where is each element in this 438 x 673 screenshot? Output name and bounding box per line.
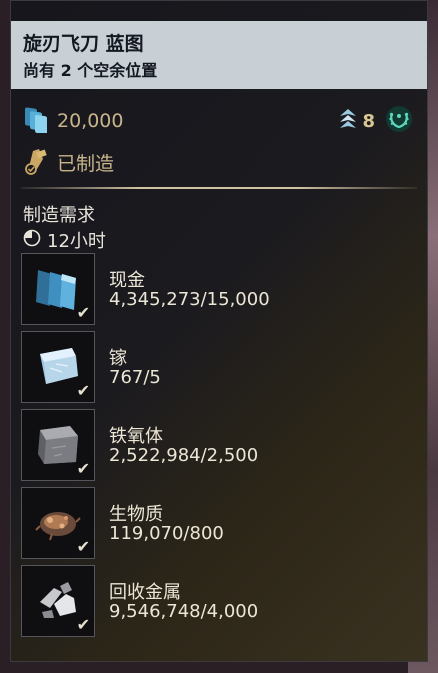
resource-amount: 2,522,984/2,500 [109, 445, 259, 466]
check-icon: ✔ [76, 459, 90, 478]
resource-amount: 9,546,748/4,000 [109, 601, 259, 622]
resource-slot-ferrite[interactable]: ✔ [21, 409, 95, 481]
resource-slot-salvage[interactable]: ✔ [21, 565, 95, 637]
resource-amount: 767/5 [109, 367, 161, 388]
crafted-status-text: 已制造 [57, 152, 115, 175]
free-slots-text: 尚有 2 个空余位置 [23, 61, 158, 80]
build-time-value: 12小时 [47, 231, 106, 252]
tooltip-header: 旋刃飞刀 蓝图 尚有 2 个空余位置 [11, 21, 427, 89]
resource-slot-gallium[interactable]: ✔ [21, 331, 95, 403]
clock-icon [23, 229, 41, 251]
resource-amount: 4,345,273/15,000 [109, 289, 270, 310]
check-icon: ✔ [76, 537, 90, 556]
section-divider [21, 187, 417, 189]
crafted-status: 已制造 [23, 145, 114, 179]
build-time: 12小时 [23, 227, 106, 253]
blueprint-title: 旋刃飞刀 蓝图 [23, 33, 144, 55]
laurel-icon [385, 105, 413, 137]
credits-cost: 20,000 [23, 105, 123, 137]
check-icon: ✔ [76, 615, 90, 634]
mastery-rank-value: 8 [362, 110, 375, 132]
resource-slot-credits[interactable]: ✔ [21, 253, 95, 325]
credits-icon [23, 105, 49, 137]
check-icon: ✔ [76, 303, 90, 322]
blueprint-tooltip: 旋刃飞刀 蓝图 尚有 2 个空余位置 20,000 8 已制造 制造需求 12小… [10, 0, 428, 662]
mastery-requirement: 8 [338, 105, 413, 137]
requirements-label: 制造需求 [23, 205, 95, 226]
check-icon: ✔ [76, 381, 90, 400]
credits-value: 20,000 [57, 110, 124, 132]
resource-amount: 119,070/800 [109, 523, 224, 544]
mastery-rank-icon [338, 108, 358, 134]
foundry-icon [23, 145, 49, 179]
resource-slot-biomass[interactable]: ✔ [21, 487, 95, 559]
